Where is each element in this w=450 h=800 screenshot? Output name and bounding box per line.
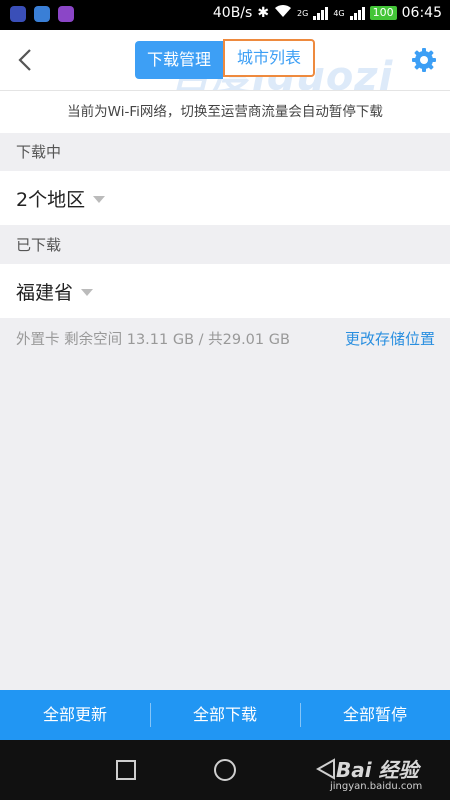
app-header: 百度iguozi 下载管理 城市列表: [0, 30, 450, 100]
recent-apps-button[interactable]: [116, 760, 136, 780]
downloading-section-label: 下载中: [0, 133, 450, 171]
downloading-regions-row[interactable]: 2个地区: [0, 171, 450, 225]
moon-app-icon: [10, 6, 26, 22]
tab-group: 下载管理 城市列表: [135, 39, 316, 79]
shield-app-icon: [34, 6, 50, 22]
update-all-button[interactable]: 全部更新: [0, 690, 150, 740]
status-bar: 40B/s ✱ 2G 4G 100 06:45: [0, 0, 450, 30]
change-storage-link[interactable]: 更改存储位置: [345, 328, 435, 349]
storage-info-bar: 外置卡 剩余空间 13.11 GB / 共29.01 GB 更改存储位置: [0, 318, 450, 358]
downloaded-province-label: 福建省: [16, 281, 74, 304]
bluetooth-icon: ✱: [257, 5, 270, 21]
dropdown-caret-icon: [81, 288, 94, 296]
network-4g-label: 4G: [333, 8, 345, 18]
signal-4g-icon: [349, 6, 365, 20]
pause-all-button[interactable]: 全部暂停: [300, 690, 450, 740]
downloaded-province-row[interactable]: 福建省: [0, 264, 450, 318]
downloading-regions-label: 2个地区: [16, 188, 86, 211]
storage-info-text: 外置卡 剩余空间 13.11 GB / 共29.01 GB: [16, 331, 290, 348]
gallery-app-icon: [58, 6, 74, 22]
back-button[interactable]: [12, 45, 42, 75]
settings-button[interactable]: [410, 46, 438, 74]
tab-download-manager[interactable]: 下载管理: [135, 41, 224, 79]
download-all-button[interactable]: 全部下载: [150, 690, 300, 740]
network-speed: 40B/s: [212, 5, 253, 21]
bottom-action-bar: 全部更新 全部下载 全部暂停: [0, 690, 450, 740]
notification-icons: [10, 6, 74, 22]
gear-icon: [412, 48, 436, 72]
signal-2g-icon: [313, 6, 329, 20]
home-button[interactable]: [214, 759, 236, 781]
status-indicators: 40B/s ✱ 2G 4G 100 06:45: [213, 4, 442, 22]
watermark-url: jingyan.baidu.com: [330, 781, 423, 792]
network-2g-label: 2G: [297, 8, 309, 18]
wifi-notice: 当前为Wi-Fi网络，切换至运营商流量会自动暂停下载: [0, 90, 450, 134]
baidu-jingyan-watermark: Bai 经验: [336, 758, 419, 782]
nav-back-icon[interactable]: [316, 758, 336, 780]
clock: 06:45: [401, 5, 442, 21]
back-arrow-icon: [18, 49, 31, 71]
system-nav-bar: Bai 经验 jingyan.baidu.com: [0, 740, 450, 800]
wifi-icon: [274, 4, 292, 22]
tab-city-list[interactable]: 城市列表: [223, 39, 316, 77]
dropdown-caret-icon: [93, 195, 106, 203]
battery-icon: 100: [369, 6, 397, 20]
downloaded-section-label: 已下载: [0, 226, 450, 264]
